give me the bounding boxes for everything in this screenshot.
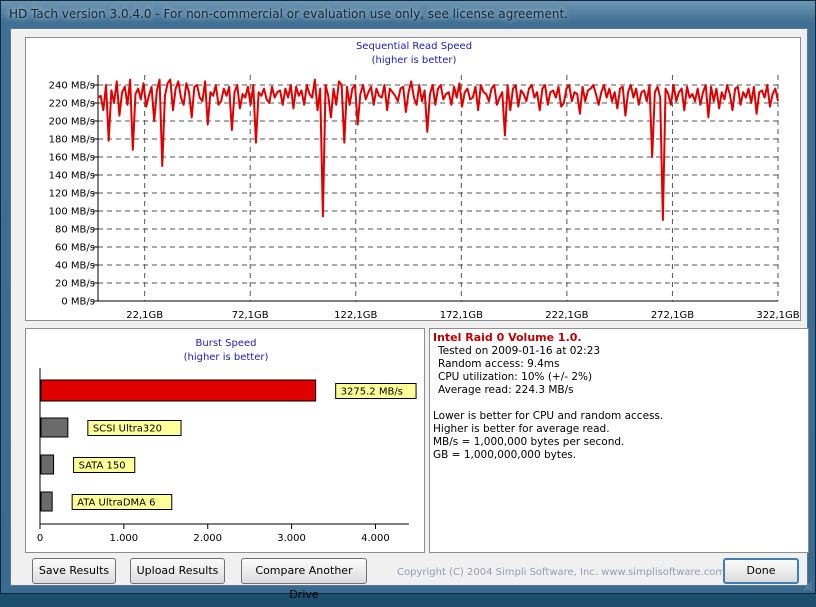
upload-results-button[interactable]: Upload Results — [130, 558, 225, 584]
x-tick-label: 172,1GB — [440, 310, 483, 321]
note-gb-definition: GB = 1,000,000,000 bytes. — [433, 449, 577, 461]
y-tick-label: 160 MB/s — [49, 153, 95, 164]
y-tick-label: 40 MB/s — [55, 261, 95, 272]
average-read: Average read: 224.3 MB/s — [438, 384, 574, 396]
save-results-button[interactable]: Save Results — [32, 558, 116, 584]
burst-data-label: 3275.2 MB/s — [341, 387, 403, 398]
burst-speed-chart: 0 1.000 2.000 3.000 4.000 3275.2 MB/s SCSI Ult… — [37, 368, 417, 544]
burst-x-tick-label: 1.000 — [110, 533, 139, 544]
x-tick-label: 72,1GB — [232, 310, 269, 321]
burst-bar — [40, 417, 69, 438]
burst-x-tick-label: 2.000 — [193, 533, 222, 544]
burst-bar — [40, 491, 53, 512]
app-window: HD Tach version 3.0.4.0 - For non-commer… — [0, 0, 816, 601]
note-higher-better: Higher is better for average read. — [433, 423, 610, 435]
x-tick-label: 122,1GB — [334, 310, 377, 321]
y-tick-label: 60 MB/s — [55, 243, 95, 254]
compare-drive-button[interactable]: Compare Another Drive — [241, 558, 367, 601]
y-tick-label: 180 MB/s — [49, 135, 95, 146]
drive-name: Intel Raid 0 Volume 1.0. — [433, 331, 582, 344]
burst-bar — [40, 379, 317, 402]
title-bar[interactable]: HD Tach version 3.0.4.0 - For non-commer… — [1, 1, 815, 28]
burst-x-tick-label: 0 — [37, 533, 43, 544]
y-tick-label: 0 MB/s — [61, 297, 95, 308]
y-tick-label: 220 MB/s — [49, 99, 95, 110]
y-tick-label: 20 MB/s — [55, 279, 95, 290]
y-tick-label: 200 MB/s — [49, 117, 95, 128]
burst-data-label: SCSI Ultra320 — [93, 424, 162, 435]
x-tick-label: 22,1GB — [126, 310, 163, 321]
burst-bar — [40, 454, 55, 475]
burst-data-label: SATA 150 — [79, 461, 126, 472]
y-tick-label: 240 MB/s — [49, 81, 95, 92]
burst-x-tick-label: 3.000 — [277, 533, 306, 544]
window-title: HD Tach version 3.0.4.0 - For non-commer… — [9, 7, 568, 21]
burst-x-tick-label: 4.000 — [361, 533, 390, 544]
cpu-utilization: CPU utilization: 10% (+/- 2%) — [438, 371, 593, 383]
note-lower-better: Lower is better for CPU and random acces… — [433, 410, 664, 422]
copyright-text: Copyright (C) 2004 Simpli Software, Inc.… — [397, 567, 726, 578]
resize-grip-icon[interactable] — [803, 581, 813, 591]
y-tick-label: 140 MB/s — [49, 171, 95, 182]
plot-area — [98, 75, 778, 301]
x-tick-label: 272,1GB — [651, 310, 694, 321]
y-tick-label: 80 MB/s — [55, 225, 95, 236]
y-tick-label: 120 MB/s — [49, 189, 95, 200]
tested-date: Tested on 2009-01-16 at 02:23 — [438, 345, 601, 357]
random-access: Random access: 9.4ms — [438, 358, 560, 370]
x-tick-label: 322,1GB — [756, 310, 799, 321]
note-mbs-definition: MB/s = 1,000,000 bytes per second. — [433, 436, 625, 448]
drive-info-panel: Intel Raid 0 Volume 1.0. Tested on 2009-… — [429, 328, 809, 553]
x-tick-label: 222,1GB — [545, 310, 588, 321]
burst-data-label: ATA UltraDMA 6 — [77, 498, 155, 509]
sequential-read-chart: 0 MB/s 20 MB/s 40 MB/s 60 MB/s 80 MB/s 100 MB… — [49, 75, 800, 321]
done-button[interactable]: Done — [723, 558, 799, 584]
y-tick-label: 100 MB/s — [49, 207, 95, 218]
